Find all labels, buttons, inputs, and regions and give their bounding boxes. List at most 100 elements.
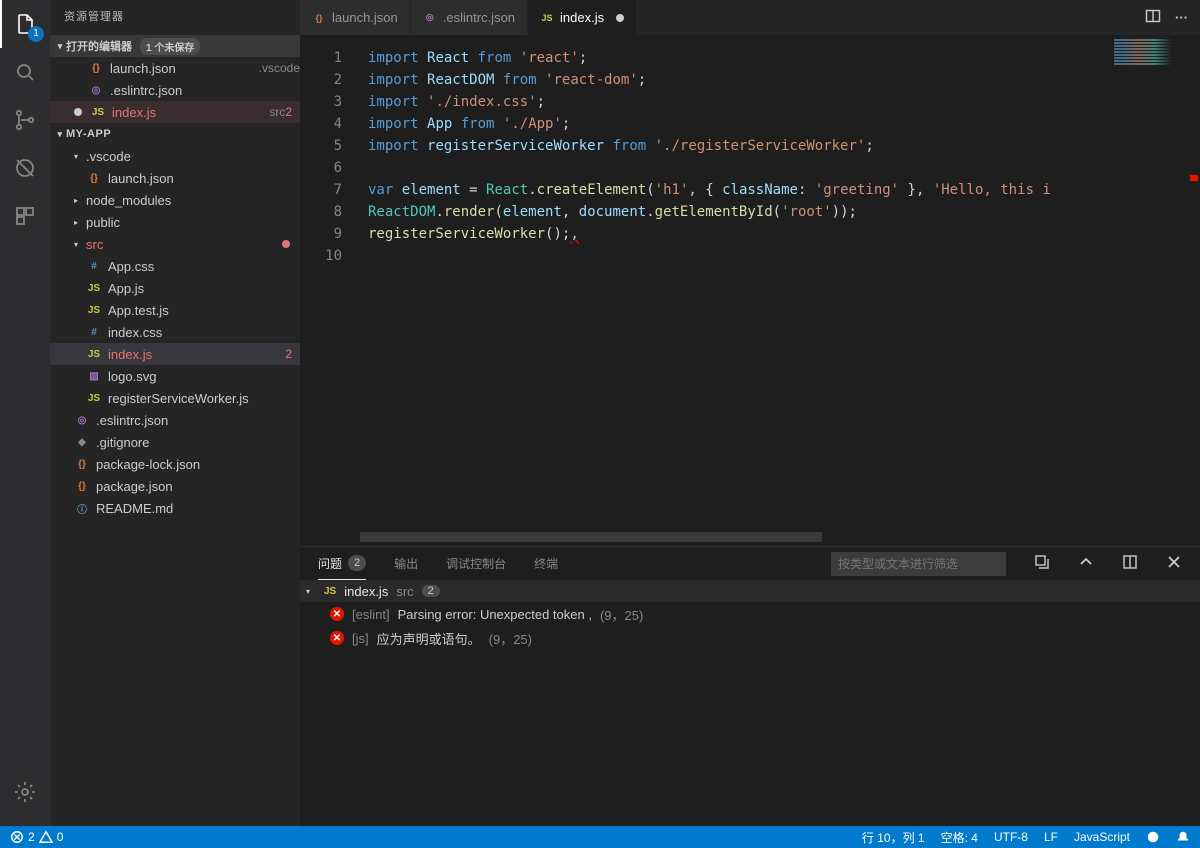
code-line[interactable]: import './index.css'; (368, 91, 1110, 113)
open-editors-header[interactable]: ▾ 打开的编辑器 1 个未保存 (50, 35, 300, 57)
code-area[interactable]: import React from 'react';import ReactDO… (360, 35, 1110, 532)
problems-filter-input[interactable] (831, 552, 1006, 576)
file-icon: JS (90, 104, 106, 120)
status-encoding[interactable]: UTF-8 (994, 829, 1028, 846)
maximize-panel-icon[interactable] (1122, 554, 1138, 573)
code-line[interactable]: var element = React.createElement('h1', … (368, 179, 1110, 201)
file-item[interactable]: JS registerServiceWorker.js (50, 387, 300, 409)
more-icon[interactable]: ··· (1175, 10, 1188, 25)
code-line[interactable] (368, 245, 1110, 267)
file-icon: # (86, 258, 102, 274)
folder-item[interactable]: ▾src (50, 233, 300, 255)
problem-location: (9，25) (600, 605, 643, 624)
item-label: registerServiceWorker.js (108, 391, 300, 406)
project-name: MY-APP (66, 128, 111, 140)
file-item[interactable]: ⓘREADME.md (50, 497, 300, 519)
chevron-down-icon: ▾ (54, 129, 66, 140)
file-label: launch.json (110, 61, 253, 76)
line-number: 2 (300, 69, 342, 91)
chevron-down-icon: ▾ (306, 587, 316, 596)
js-file-icon: JS (324, 586, 336, 597)
editor-body[interactable]: 12345678910 import React from 'react';im… (300, 35, 1200, 532)
file-item[interactable]: ▧logo.svg (50, 365, 300, 387)
file-item[interactable]: JSApp.test.js (50, 299, 300, 321)
file-icon: ◆ (74, 434, 90, 450)
file-icon: JS (86, 390, 102, 406)
item-label: launch.json (108, 171, 300, 186)
chevron-up-icon[interactable] (1078, 554, 1094, 573)
error-marker[interactable] (1190, 175, 1198, 181)
open-editor-item[interactable]: ◎.eslintrc.json (50, 79, 300, 101)
item-label: index.js (108, 347, 285, 362)
activity-settings[interactable] (0, 768, 50, 816)
file-icon: {} (74, 456, 90, 472)
panel-tab[interactable]: 输出 (394, 547, 418, 580)
file-icon: # (86, 324, 102, 340)
status-bar: 2 0 行 10，列 1 空格: 4 UTF-8 LF JavaScript (0, 826, 1200, 848)
file-icon: JS (540, 11, 554, 25)
file-item[interactable]: JSindex.js2 (50, 343, 300, 365)
panel-tab[interactable]: 调试控制台 (446, 547, 506, 580)
file-item[interactable]: {}package.json (50, 475, 300, 497)
dirty-dot-icon (616, 14, 624, 22)
close-panel-icon[interactable] (1166, 554, 1182, 573)
folder-item[interactable]: ▸public (50, 211, 300, 233)
editor-tab[interactable]: {}launch.json (300, 0, 411, 35)
panel-tab[interactable]: 问题2 (318, 547, 366, 580)
overview-ruler (1186, 35, 1200, 532)
editor-tab[interactable]: ◎.eslintrc.json (411, 0, 528, 35)
activity-search[interactable] (0, 48, 50, 96)
open-editor-item[interactable]: JSindex.jssrc2 (50, 101, 300, 123)
project-header[interactable]: ▾ MY-APP (50, 123, 300, 145)
file-item[interactable]: JSApp.js (50, 277, 300, 299)
activity-explorer[interactable]: 1 (0, 0, 50, 48)
file-item[interactable]: ◎.eslintrc.json (50, 409, 300, 431)
collapse-all-icon[interactable] (1034, 554, 1050, 573)
panel-tab-label: 调试控制台 (446, 555, 506, 572)
problem-item[interactable]: ✕[eslint]Parsing error: Unexpected token… (300, 602, 1200, 626)
activity-extensions[interactable] (0, 192, 50, 240)
code-line[interactable]: registerServiceWorker();, (368, 223, 1110, 245)
status-feedback-icon[interactable] (1146, 829, 1160, 846)
code-line[interactable]: import registerServiceWorker from './reg… (368, 135, 1110, 157)
code-line[interactable] (368, 157, 1110, 179)
problem-source: [js] (352, 631, 369, 646)
file-item[interactable]: #index.css (50, 321, 300, 343)
folder-item[interactable]: ▸node_modules (50, 189, 300, 211)
panel-tab[interactable]: 终端 (534, 547, 558, 580)
status-indent[interactable]: 空格: 4 (941, 829, 978, 846)
problems-file-row[interactable]: ▾ JS index.js src 2 (300, 580, 1200, 602)
open-editor-item[interactable]: {}launch.json.vscode (50, 57, 300, 79)
editor-tab[interactable]: JSindex.js (528, 0, 637, 35)
open-editors-label: 打开的编辑器 (66, 38, 132, 54)
file-item[interactable]: # App.css (50, 255, 300, 277)
problem-item[interactable]: ✕[js]应为声明或语句。(9，25) (300, 626, 1200, 650)
status-eol[interactable]: LF (1044, 829, 1058, 846)
file-item[interactable]: {}package-lock.json (50, 453, 300, 475)
code-line[interactable]: import ReactDOM from 'react-dom'; (368, 69, 1110, 91)
item-label: App.css (108, 259, 300, 274)
horizontal-scrollbar[interactable] (360, 532, 1200, 542)
explorer-badge: 1 (28, 26, 44, 42)
item-label: .gitignore (96, 435, 300, 450)
file-item[interactable]: {} launch.json (50, 167, 300, 189)
status-language[interactable]: JavaScript (1074, 829, 1130, 846)
panel-tab-label: 终端 (534, 555, 558, 572)
problems-file-name: index.js (344, 584, 388, 599)
chevron-down-icon: ▾ (74, 152, 84, 161)
code-line[interactable]: ReactDOM.render(element, document.getEle… (368, 201, 1110, 223)
activity-debug[interactable] (0, 144, 50, 192)
file-item[interactable]: ◆ .gitignore (50, 431, 300, 453)
status-line-col[interactable]: 行 10，列 1 (862, 829, 925, 846)
modified-dot-icon (282, 240, 290, 248)
status-errors[interactable]: 2 0 (10, 830, 63, 844)
folder-item[interactable]: ▾.vscode (50, 145, 300, 167)
code-line[interactable]: import React from 'react'; (368, 47, 1110, 69)
sidebar-title: 资源管理器 (50, 0, 300, 35)
split-editor-icon[interactable] (1145, 8, 1161, 27)
file-icon: {} (86, 170, 102, 186)
status-bell-icon[interactable] (1176, 829, 1190, 846)
code-line[interactable]: import App from './App'; (368, 113, 1110, 135)
tab-label: .eslintrc.json (443, 10, 515, 25)
activity-scm[interactable] (0, 96, 50, 144)
